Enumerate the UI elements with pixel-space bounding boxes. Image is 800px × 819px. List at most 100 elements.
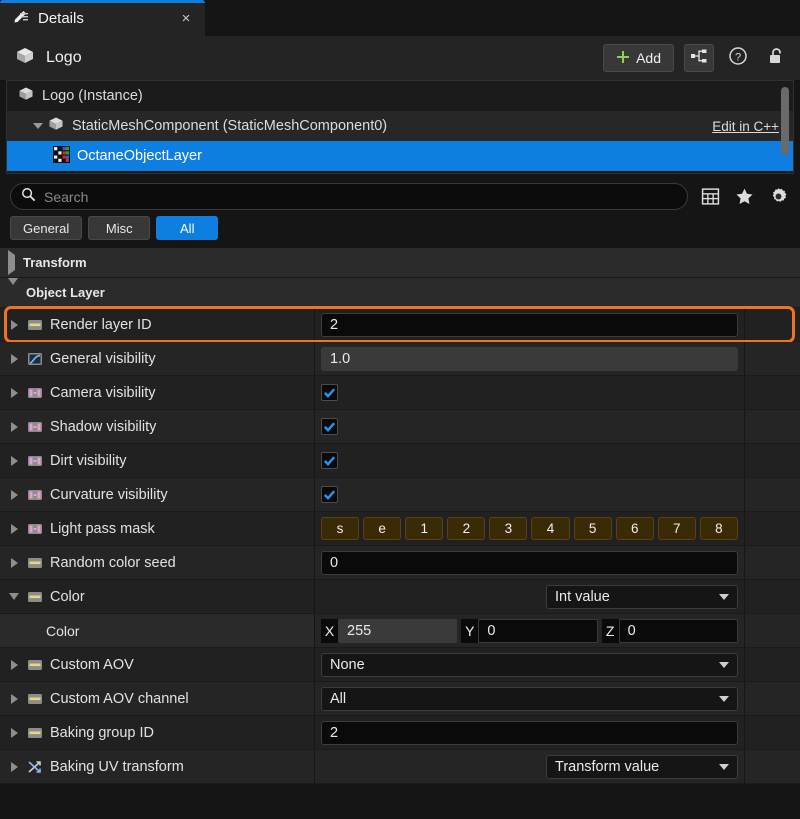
reset-cell[interactable] <box>745 308 800 341</box>
property-name-cell: Color <box>0 614 315 647</box>
random-color-seed-input[interactable]: 0 <box>321 550 738 575</box>
mask-toggle-8[interactable]: 8 <box>699 517 738 540</box>
lock-button[interactable] <box>762 44 790 72</box>
mask-toggle-7[interactable]: 7 <box>657 517 696 540</box>
reset-cell[interactable] <box>745 682 800 715</box>
chevron-down-icon[interactable] <box>33 123 43 129</box>
color-y-input[interactable]: 0 <box>478 618 598 643</box>
chevron-down-icon[interactable] <box>8 278 18 300</box>
mask-toggle-e[interactable]: e <box>363 517 402 540</box>
tab-details[interactable]: Details × <box>0 0 205 36</box>
chevron-right-icon[interactable] <box>8 659 20 670</box>
reset-cell[interactable] <box>745 512 800 545</box>
category-object-layer[interactable]: Object Layer <box>0 278 800 308</box>
custom-aov-dropdown[interactable]: None <box>321 652 738 677</box>
chevron-right-icon[interactable] <box>8 421 20 432</box>
property-name-cell: Custom AOV channel <box>0 682 315 715</box>
mask-toggle-3[interactable]: 3 <box>489 517 528 540</box>
property-row-general-visibility[interactable]: General visibility 1.0 <box>0 342 800 376</box>
property-row-dirt-visibility[interactable]: Dirt visibility <box>0 444 800 478</box>
property-row-color-vector[interactable]: Color X 255 Y 0 Z 0 <box>0 614 800 648</box>
camera-visibility-checkbox[interactable] <box>321 384 338 401</box>
unlock-icon <box>766 46 786 71</box>
tree-scrollbar[interactable] <box>781 87 789 155</box>
close-icon[interactable]: × <box>177 11 195 26</box>
search-input[interactable]: Search <box>10 183 688 210</box>
chevron-right-icon[interactable] <box>8 489 20 500</box>
mask-toggle-6[interactable]: 6 <box>615 517 654 540</box>
reset-cell[interactable] <box>745 444 800 477</box>
property-row-baking-uv-transform[interactable]: Baking UV transform Transform value <box>0 750 800 784</box>
chevron-down-icon[interactable] <box>8 593 20 600</box>
chevron-right-icon[interactable] <box>8 319 20 330</box>
filter-tab-all[interactable]: All <box>156 216 219 240</box>
reset-cell[interactable] <box>745 478 800 511</box>
property-row-random-color-seed[interactable]: Random color seed 0 <box>0 546 800 580</box>
reset-cell[interactable] <box>745 410 800 443</box>
property-row-shadow-visibility[interactable]: Shadow visibility <box>0 410 800 444</box>
reset-cell[interactable] <box>745 750 800 783</box>
category-transform[interactable]: Transform <box>0 248 800 278</box>
property-row-color[interactable]: Color Int value <box>0 580 800 614</box>
chevron-right-icon[interactable] <box>8 387 20 398</box>
filter-tab-misc[interactable]: Misc <box>88 216 151 240</box>
reset-cell[interactable] <box>745 546 800 579</box>
grid-icon[interactable] <box>698 187 722 206</box>
baking-uv-transform-dropdown[interactable]: Transform value <box>546 754 738 779</box>
baking-group-id-input[interactable]: 2 <box>321 720 738 745</box>
mask-toggle-5[interactable]: 5 <box>573 517 612 540</box>
chevron-right-icon[interactable] <box>8 455 20 466</box>
property-row-camera-visibility[interactable]: Camera visibility <box>0 376 800 410</box>
tree-row-static-mesh-component[interactable]: StaticMeshComponent (StaticMeshComponent… <box>7 111 793 141</box>
chevron-right-icon[interactable] <box>8 557 20 568</box>
color-z-group: Z 0 <box>601 618 738 643</box>
custom-aov-channel-dropdown[interactable]: All <box>321 686 738 711</box>
property-name-cell: Random color seed <box>0 546 315 579</box>
star-icon[interactable] <box>732 187 756 206</box>
color-z-input[interactable]: 0 <box>618 618 738 643</box>
property-row-custom-aov-channel[interactable]: Custom AOV channel All <box>0 682 800 716</box>
gear-icon[interactable] <box>766 187 790 206</box>
property-row-custom-aov[interactable]: Custom AOV None <box>0 648 800 682</box>
reset-cell[interactable] <box>745 716 800 749</box>
curvature-visibility-checkbox[interactable] <box>321 486 338 503</box>
shadow-visibility-checkbox[interactable] <box>321 418 338 435</box>
chevron-right-icon[interactable] <box>8 250 15 275</box>
color-x-input[interactable]: 255 <box>338 618 458 643</box>
mask-toggle-2[interactable]: 2 <box>447 517 486 540</box>
property-value-cell <box>315 478 745 511</box>
mask-toggle-1[interactable]: 1 <box>405 517 444 540</box>
filter-tab-general[interactable]: General <box>10 216 83 240</box>
reset-cell[interactable] <box>745 342 800 375</box>
edit-in-cpp-link[interactable]: Edit in C++ <box>712 119 779 134</box>
reset-cell[interactable] <box>745 580 800 613</box>
reset-cell[interactable] <box>745 376 800 409</box>
property-row-light-pass-mask[interactable]: Light pass mask s e 1 2 3 4 5 6 7 8 <box>0 512 800 546</box>
chevron-right-icon[interactable] <box>8 727 20 738</box>
general-visibility-input[interactable]: 1.0 <box>321 346 738 371</box>
tree-row-logo-instance[interactable]: Logo (Instance) <box>7 81 793 111</box>
hierarchy-button[interactable] <box>684 44 714 72</box>
property-value-cell <box>315 376 745 409</box>
tree-row-octane-object-layer[interactable]: OctaneObjectLayer <box>7 141 793 171</box>
mask-toggle-4[interactable]: 4 <box>531 517 570 540</box>
dirt-visibility-checkbox[interactable] <box>321 452 338 469</box>
help-button[interactable]: ? <box>724 44 752 72</box>
color-type-dropdown[interactable]: Int value <box>546 584 738 609</box>
reset-cell[interactable] <box>745 614 800 647</box>
float-curve-icon <box>27 351 43 367</box>
property-row-baking-group-id[interactable]: Baking group ID 2 <box>0 716 800 750</box>
reset-cell[interactable] <box>745 648 800 681</box>
property-value-cell: Transform value <box>315 750 745 783</box>
chevron-right-icon[interactable] <box>8 523 20 534</box>
chevron-right-icon[interactable] <box>8 761 20 772</box>
add-button[interactable]: Add <box>603 44 674 72</box>
property-row-render-layer-id[interactable]: Render layer ID 2 <box>0 306 800 343</box>
chevron-right-icon[interactable] <box>8 353 20 364</box>
chevron-right-icon[interactable] <box>8 693 20 704</box>
mask-toggle-s[interactable]: s <box>321 517 360 540</box>
render-layer-id-input[interactable]: 2 <box>321 312 738 337</box>
property-label: Custom AOV channel <box>50 690 189 707</box>
property-row-curvature-visibility[interactable]: Curvature visibility <box>0 478 800 512</box>
property-label: Color <box>46 622 80 639</box>
